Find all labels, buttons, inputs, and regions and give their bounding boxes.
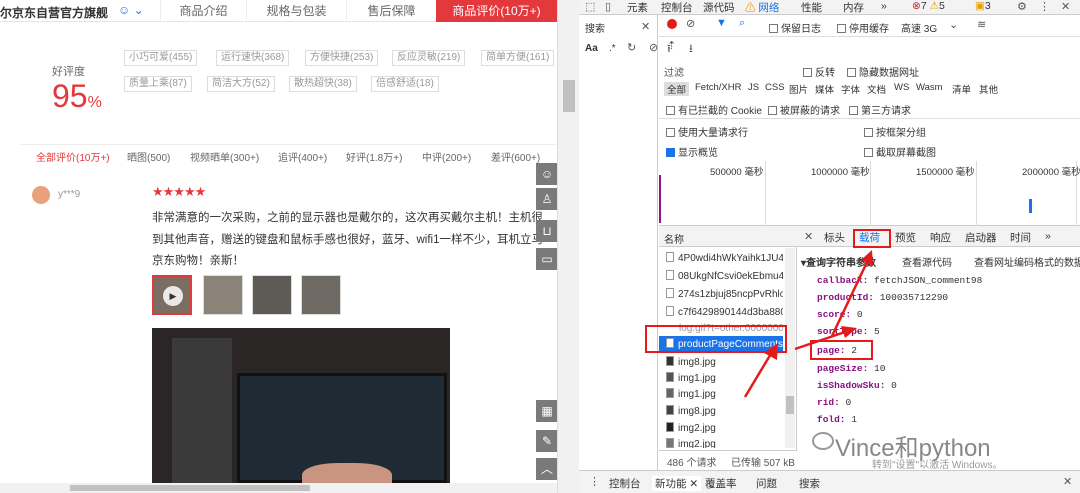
devtools-drawer: ⋮ 控制台 新功能 ✕ 覆盖率 问题 搜索 ✕ [579, 470, 1080, 493]
wechat-logo-icon [812, 432, 834, 450]
drawer-tab-search[interactable]: 搜索 [799, 476, 820, 491]
annotation-arrowhead [764, 343, 778, 360]
drawer-close-icon[interactable]: ✕ [1063, 475, 1072, 488]
annotation-arrow [830, 259, 870, 337]
annotation-arrow [743, 351, 774, 398]
drawer-tab-coverage[interactable]: 覆盖率 [705, 476, 737, 491]
drawer-tab-close-icon[interactable]: ✕ [689, 478, 698, 490]
drawer-tab-whats-new-label: 新功能 [655, 478, 687, 490]
drawer-menu-icon[interactable]: ⋮ [589, 475, 600, 488]
annotation-arrow [794, 329, 849, 351]
windows-activation-notice: 转到"设置"以激活 Windows。 [872, 460, 1003, 471]
annotation-arrows [743, 250, 873, 398]
drawer-tab-issues[interactable]: 问题 [756, 476, 777, 491]
drawer-tab-console[interactable]: 控制台 [609, 476, 641, 491]
drawer-tab-whats-new[interactable]: 新功能 ✕ [652, 476, 702, 491]
annotation-arrowhead [841, 326, 857, 338]
